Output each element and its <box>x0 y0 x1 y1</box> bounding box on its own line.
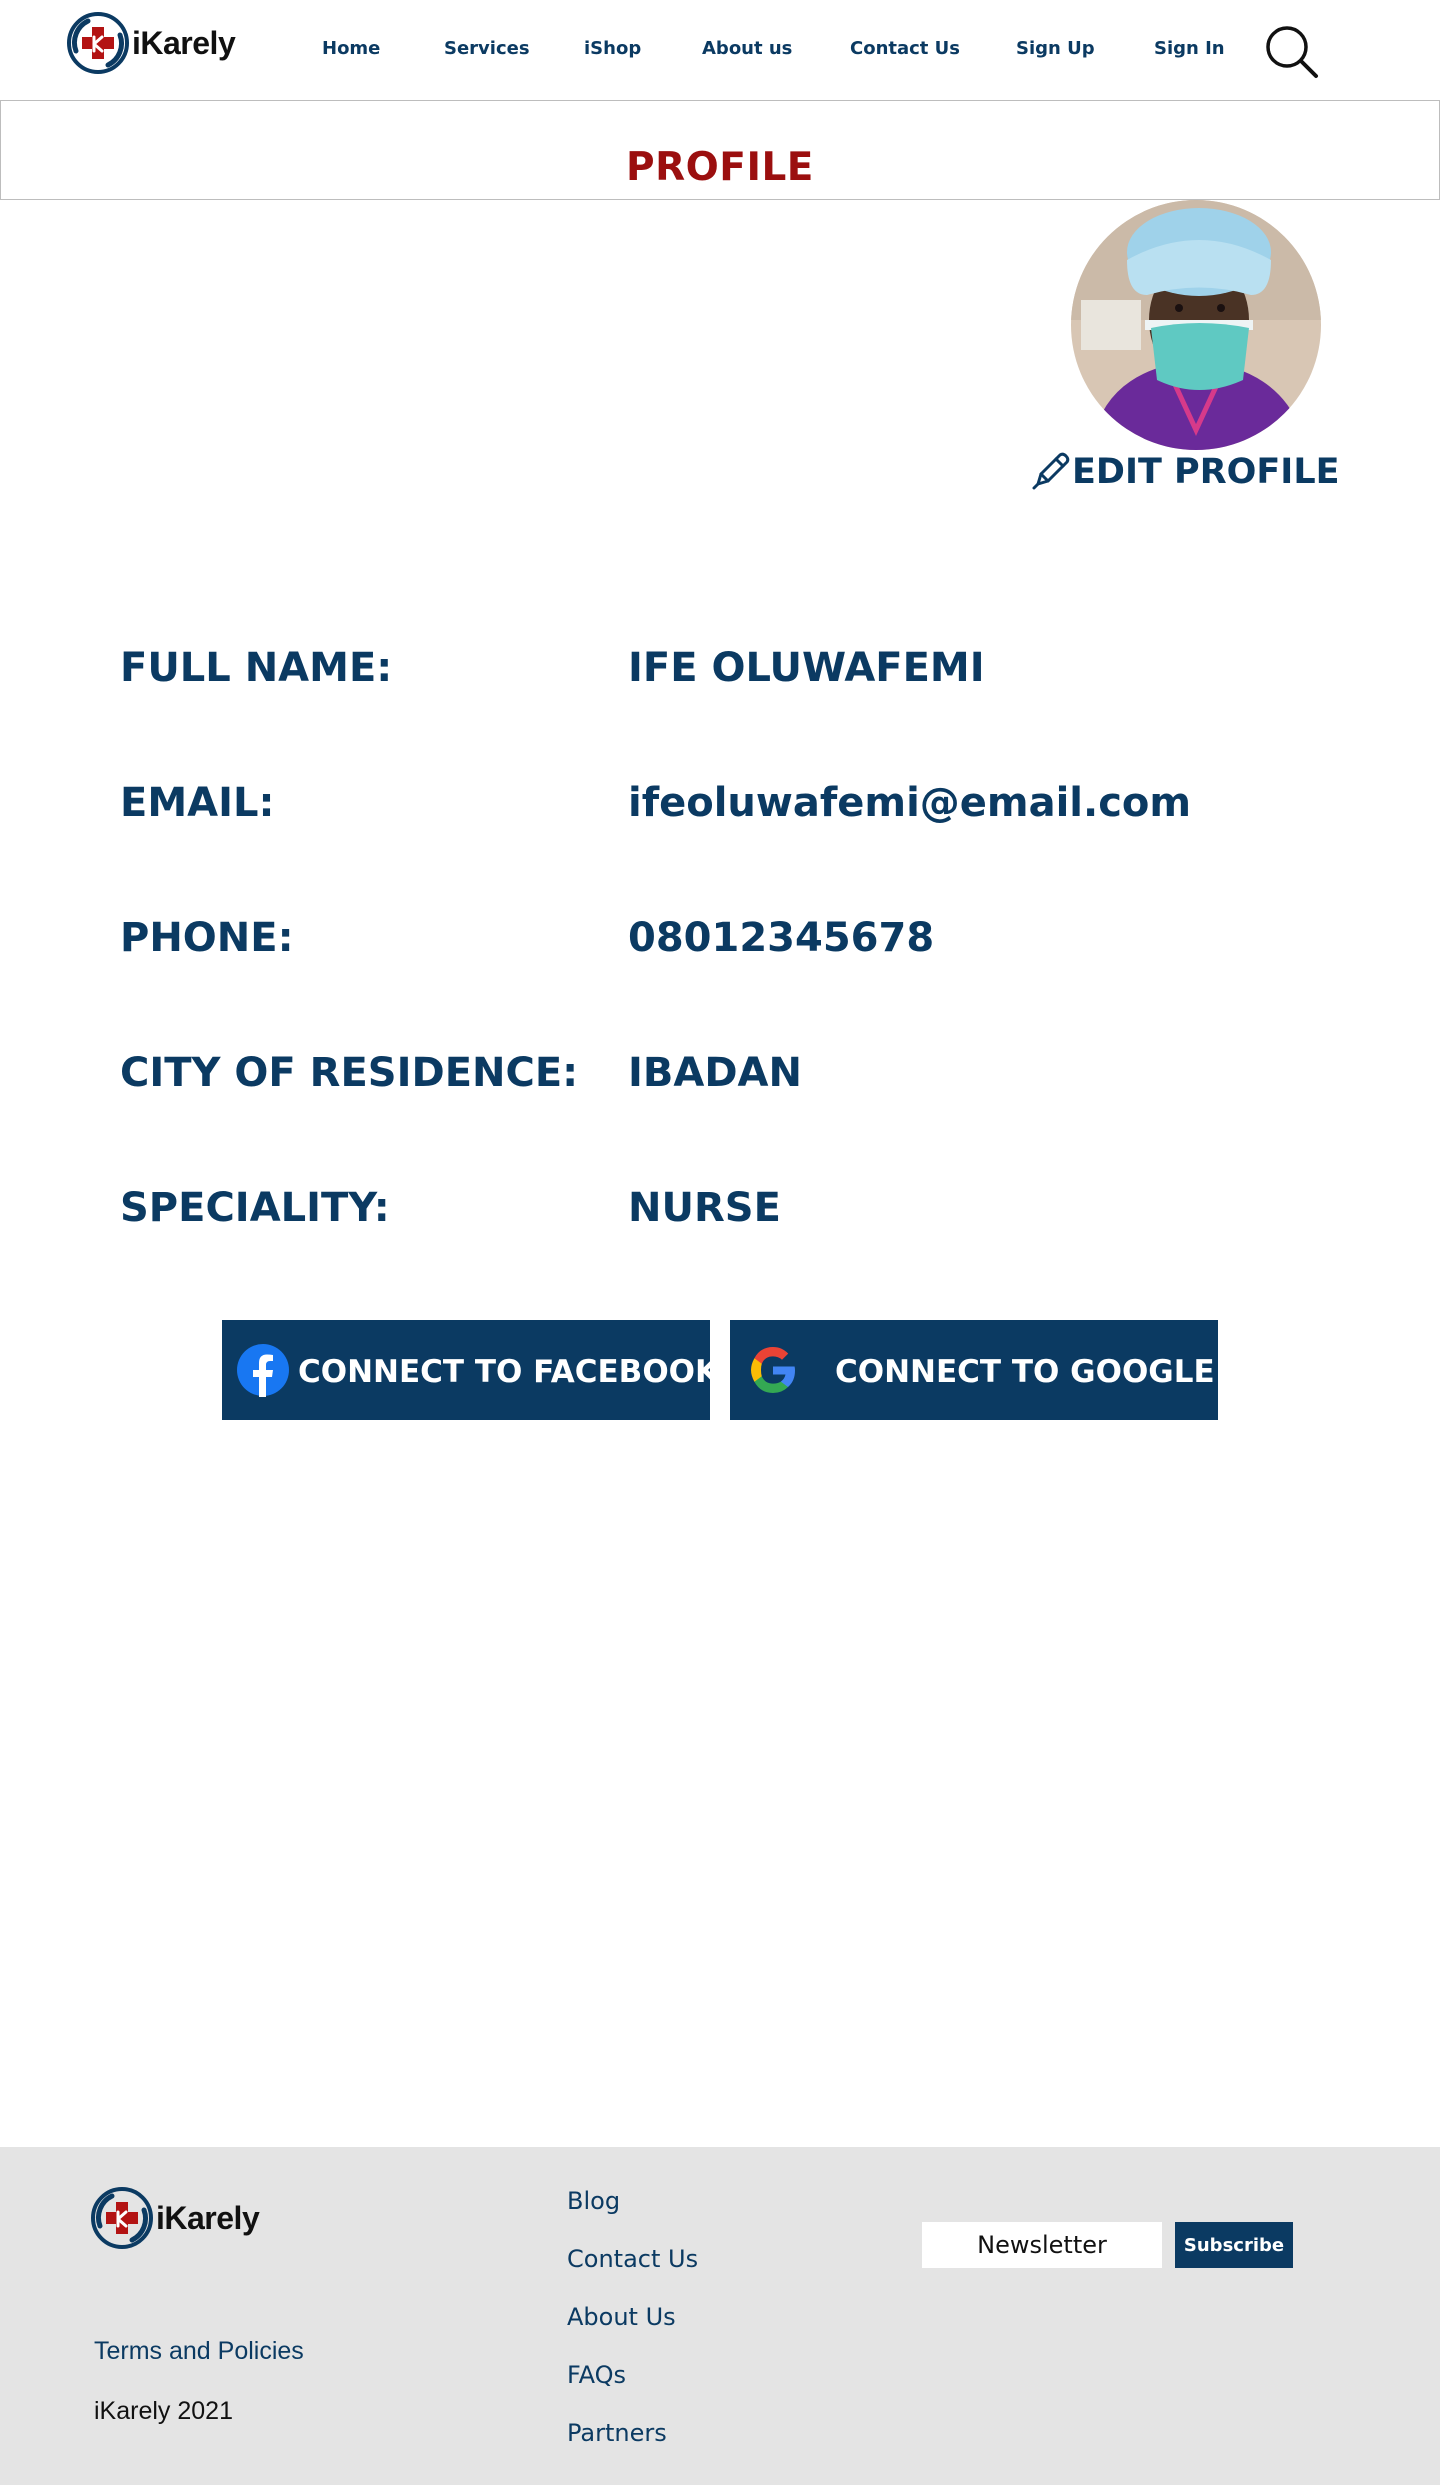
nav-about-us[interactable]: About us <box>702 38 792 59</box>
footer-link-contact-us[interactable]: Contact Us <box>567 2245 698 2273</box>
logo-text: iKarely <box>132 24 236 61</box>
newsletter-input[interactable] <box>922 2222 1162 2268</box>
page-title-bar: PROFILE <box>0 100 1440 200</box>
connect-google-label: CONNECT TO GOOGLE <box>835 1354 1215 1390</box>
facebook-icon <box>237 1344 289 1397</box>
site-header: iKarely Home Services iShop About us Con… <box>0 0 1440 100</box>
nav-contact-us[interactable]: Contact Us <box>850 38 960 59</box>
nav-home[interactable]: Home <box>322 38 380 59</box>
full-name-value: IFE OLUWAFEMI <box>628 645 985 691</box>
ikarely-logo-icon <box>91 2187 153 2249</box>
speciality-value: NURSE <box>628 1185 781 1231</box>
edit-profile-button[interactable]: EDIT PROFILE <box>1030 450 1340 492</box>
footer-link-faqs[interactable]: FAQs <box>567 2361 626 2389</box>
speciality-label: SPECIALITY: <box>120 1185 390 1231</box>
footer-logo[interactable]: iKarely <box>90 2185 260 2251</box>
nav-ishop[interactable]: iShop <box>584 38 641 59</box>
page-title: PROFILE <box>626 145 814 190</box>
nav-services[interactable]: Services <box>444 38 530 59</box>
subscribe-button[interactable]: Subscribe <box>1175 2222 1293 2268</box>
edit-profile-label: EDIT PROFILE <box>1072 452 1340 492</box>
email-label: EMAIL: <box>120 780 275 826</box>
phone-label: PHONE: <box>120 915 294 961</box>
footer-logo-text: iKarely <box>156 2199 260 2236</box>
pencil-icon <box>1032 452 1070 490</box>
city-value: IBADAN <box>628 1050 802 1096</box>
nav-sign-up[interactable]: Sign Up <box>1016 38 1095 59</box>
email-value: ifeoluwafemi@email.com <box>628 780 1192 826</box>
site-footer: iKarely Blog Contact Us About Us FAQs Pa… <box>0 2147 1440 2485</box>
profile-avatar <box>1071 200 1321 450</box>
search-icon[interactable] <box>1264 24 1320 80</box>
footer-link-blog[interactable]: Blog <box>567 2187 620 2215</box>
footer-link-partners[interactable]: Partners <box>567 2419 667 2447</box>
footer-link-about-us[interactable]: About Us <box>567 2303 676 2331</box>
nav-sign-in[interactable]: Sign In <box>1154 38 1225 59</box>
full-name-label: FULL NAME: <box>120 645 393 691</box>
connect-google-button[interactable]: CONNECT TO GOOGLE <box>730 1320 1218 1420</box>
avatar-photo <box>1071 200 1321 450</box>
connect-facebook-button[interactable]: CONNECT TO FACEBOOK <box>222 1320 719 1420</box>
terms-and-policies-link[interactable]: Terms and Policies <box>94 2337 304 2366</box>
header-logo[interactable]: iKarely <box>66 10 236 76</box>
city-label: CITY OF RESIDENCE: <box>120 1050 579 1096</box>
connect-facebook-label: CONNECT TO FACEBOOK <box>298 1354 720 1390</box>
copyright-text: iKarely 2021 <box>94 2397 233 2425</box>
phone-value: 08012345678 <box>628 915 935 961</box>
google-icon <box>751 1347 795 1393</box>
ikarely-logo-icon <box>67 12 129 74</box>
